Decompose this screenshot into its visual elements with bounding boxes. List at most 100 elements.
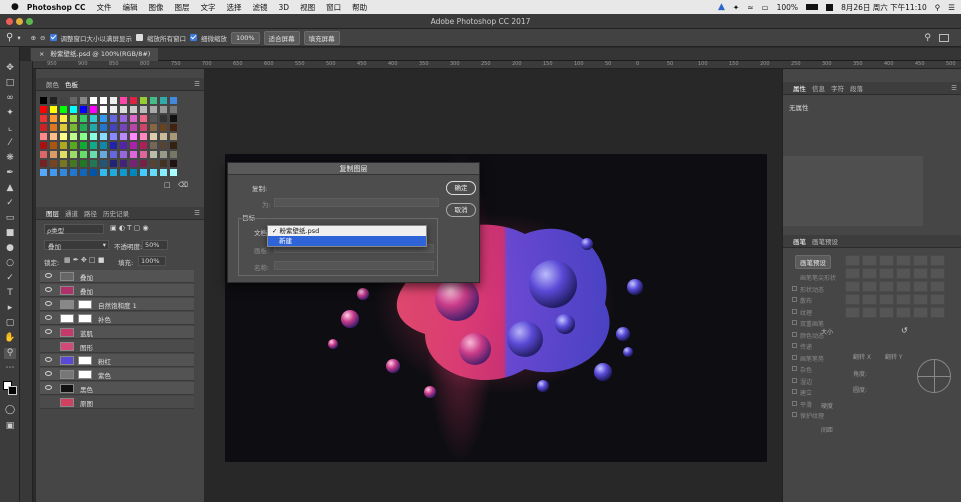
- zoom-tool-selected-icon[interactable]: ⚲: [4, 348, 16, 359]
- resize-windows-checkbox[interactable]: [49, 34, 57, 41]
- layer-mask-thumbnail[interactable]: [78, 314, 92, 323]
- color-swatch[interactable]: [70, 124, 77, 131]
- brush-tip[interactable]: [845, 268, 860, 279]
- brush-option-checkbox[interactable]: [792, 366, 797, 371]
- minimize-window-icon[interactable]: [16, 18, 23, 25]
- spotlight-icon[interactable]: ⚲: [935, 3, 941, 12]
- color-swatch[interactable]: [140, 115, 147, 122]
- brush-tip[interactable]: [862, 307, 877, 318]
- crop-tool-icon[interactable]: ⌞: [4, 123, 16, 134]
- color-swatch[interactable]: [50, 97, 57, 104]
- creative-cloud-icon[interactable]: ▲: [718, 2, 725, 12]
- menu-image[interactable]: 图像: [149, 2, 164, 13]
- visibility-eye-icon[interactable]: [45, 273, 52, 278]
- cancel-button[interactable]: 取消: [446, 203, 476, 217]
- menu-select[interactable]: 选择: [227, 2, 242, 13]
- layer-mask-thumbnail[interactable]: [78, 300, 92, 309]
- apple-icon[interactable]: ●: [11, 2, 19, 12]
- color-swatch[interactable]: [110, 142, 117, 149]
- layer-row[interactable]: 叠加: [40, 284, 194, 297]
- brush-option-label[interactable]: 建立: [800, 388, 812, 397]
- visibility-eye-icon[interactable]: [45, 301, 52, 306]
- menu-view[interactable]: 视图: [300, 2, 315, 13]
- swatch-grid[interactable]: [40, 97, 190, 177]
- color-swatch[interactable]: [70, 160, 77, 167]
- brush-tip[interactable]: [930, 294, 945, 305]
- color-swatch[interactable]: [170, 151, 177, 158]
- color-swatch[interactable]: [100, 97, 107, 104]
- color-swatch[interactable]: [50, 115, 57, 122]
- brush-option-checkbox[interactable]: [792, 297, 797, 302]
- color-swatch[interactable]: [160, 97, 167, 104]
- menu-filter[interactable]: 滤镜: [253, 2, 268, 13]
- color-swatch[interactable]: [170, 97, 177, 104]
- brush-tip[interactable]: [862, 281, 877, 292]
- tab-history[interactable]: 历史记录: [103, 208, 129, 218]
- color-swatch[interactable]: [60, 133, 67, 140]
- color-swatch[interactable]: [80, 106, 87, 113]
- color-swatch[interactable]: [130, 142, 137, 149]
- screen-mode-icon[interactable]: ▣: [4, 421, 16, 432]
- close-window-icon[interactable]: [6, 18, 13, 25]
- color-swatch[interactable]: [100, 142, 107, 149]
- color-swatch[interactable]: [160, 133, 167, 140]
- color-swatch[interactable]: [40, 151, 47, 158]
- layer-row[interactable]: 补色: [40, 312, 194, 325]
- gradient-tool-icon[interactable]: ■: [4, 228, 16, 239]
- search-icon[interactable]: ⚲: [924, 33, 931, 43]
- horizontal-ruler[interactable]: 950 900 850 800 750 700 650 600 550 500 450 400 350 3…: [33, 61, 961, 69]
- brush-option-checkbox[interactable]: [792, 389, 797, 394]
- color-swatch[interactable]: [50, 124, 57, 131]
- brush-option-label[interactable]: 传递: [800, 342, 812, 351]
- new-doc-name-input[interactable]: [274, 261, 434, 270]
- notification-center-icon[interactable]: ☰: [948, 3, 955, 12]
- brush-tip[interactable]: [845, 294, 860, 305]
- color-swatch[interactable]: [90, 142, 97, 149]
- color-swatch[interactable]: [70, 142, 77, 149]
- workspace-icon[interactable]: [939, 33, 949, 42]
- color-swatch[interactable]: [40, 106, 47, 113]
- ok-button[interactable]: 确定: [446, 181, 476, 195]
- color-swatch[interactable]: [120, 160, 127, 167]
- zoom-in-icon[interactable]: ⊕: [31, 34, 36, 42]
- color-swatch[interactable]: [130, 124, 137, 131]
- color-swatch[interactable]: [160, 169, 167, 176]
- color-swatch[interactable]: [80, 124, 87, 131]
- brush-option-checkbox[interactable]: [792, 343, 797, 348]
- color-swatch[interactable]: [90, 97, 97, 104]
- menu-edit[interactable]: 编辑: [123, 2, 138, 13]
- tab-paragraph[interactable]: 段落: [850, 83, 863, 93]
- brush-option-label[interactable]: 保护纹理: [800, 411, 824, 420]
- brush-tip[interactable]: [879, 255, 894, 266]
- color-swatch[interactable]: [140, 97, 147, 104]
- brush-tip[interactable]: [879, 307, 894, 318]
- color-swatch[interactable]: [140, 133, 147, 140]
- flip-y-label[interactable]: 翻转 Y: [885, 352, 903, 361]
- filter-pixel-icon[interactable]: ▣ ◐ T ▢ ◉: [110, 224, 149, 232]
- dropdown-option-new[interactable]: 新建: [268, 236, 426, 246]
- color-swatch[interactable]: [130, 151, 137, 158]
- opacity-input[interactable]: 50%: [142, 240, 168, 250]
- color-swatch[interactable]: [40, 142, 47, 149]
- color-swatch[interactable]: [110, 106, 117, 113]
- brush-tip[interactable]: [913, 255, 928, 266]
- color-swatch[interactable]: [60, 160, 67, 167]
- color-swatch[interactable]: [170, 133, 177, 140]
- layer-row[interactable]: 蓝肌: [40, 326, 194, 339]
- menu-file[interactable]: 文件: [97, 2, 112, 13]
- color-swatch[interactable]: [130, 115, 137, 122]
- color-swatch[interactable]: [130, 169, 137, 176]
- brush-tip[interactable]: [896, 281, 911, 292]
- color-swatch[interactable]: [150, 106, 157, 113]
- marquee-tool-icon[interactable]: □: [4, 78, 16, 89]
- color-swatch[interactable]: [70, 133, 77, 140]
- lasso-tool-icon[interactable]: ∞: [4, 93, 16, 104]
- color-swatch[interactable]: [80, 151, 87, 158]
- pen-tool-icon[interactable]: ✓: [4, 273, 16, 284]
- color-swatch[interactable]: [80, 133, 87, 140]
- visibility-eye-icon[interactable]: [45, 371, 52, 376]
- color-swatch[interactable]: [170, 106, 177, 113]
- tab-info[interactable]: 信息: [812, 83, 825, 93]
- brush-tip[interactable]: [845, 281, 860, 292]
- color-swatch[interactable]: [100, 115, 107, 122]
